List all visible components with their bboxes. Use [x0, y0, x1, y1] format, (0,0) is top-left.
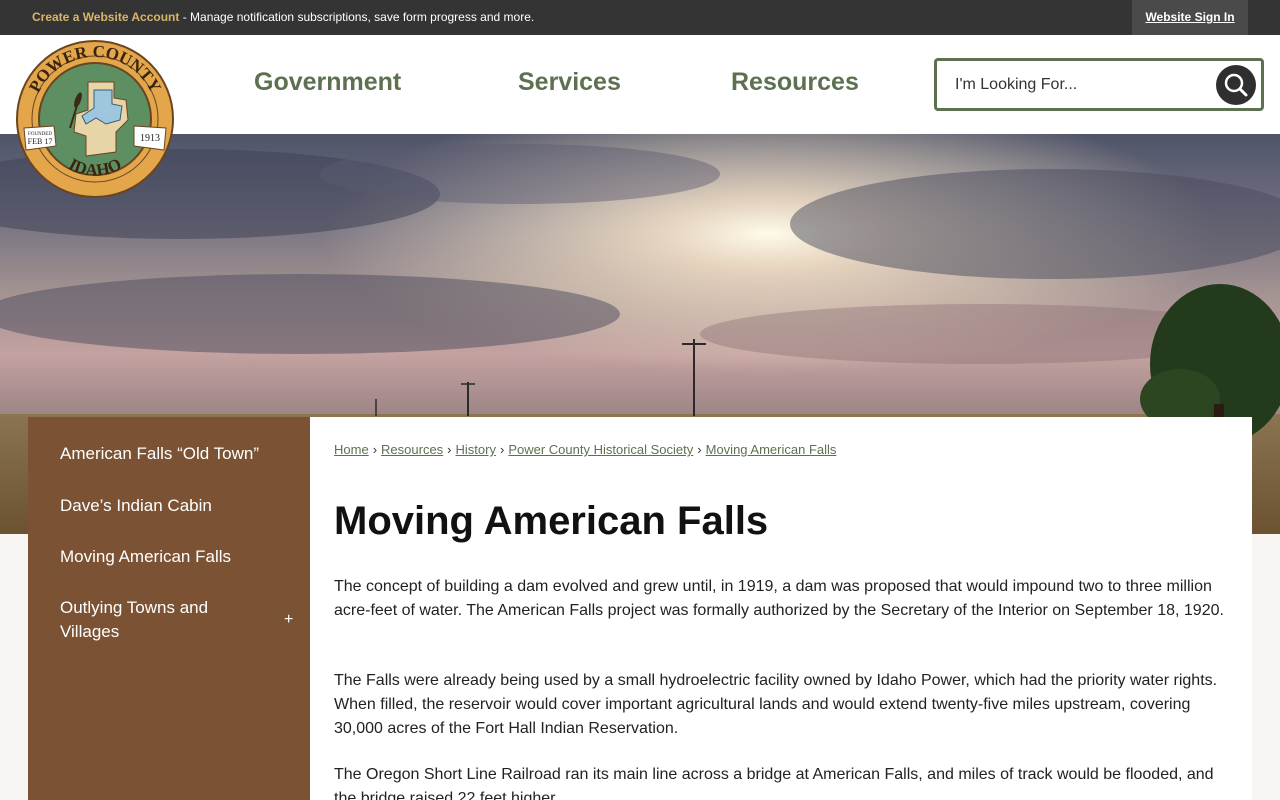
create-account-link[interactable]: Create a Website Account — [32, 10, 179, 24]
county-seal-icon: FOUNDED FEB 17 1913 POWER COUNTY IDAHO — [16, 40, 174, 198]
breadcrumb-separator: › — [447, 442, 452, 457]
nav-services[interactable]: Services — [518, 68, 621, 97]
logo-founded-date: FEB 17 — [28, 137, 53, 146]
breadcrumb-resources[interactable]: Resources — [381, 442, 443, 457]
sign-in-button[interactable]: Website Sign In — [1132, 0, 1248, 35]
county-seal-logo[interactable]: FOUNDED FEB 17 1913 POWER COUNTY IDAHO — [16, 40, 174, 198]
breadcrumb-separator: › — [372, 442, 378, 457]
breadcrumb-separator: › — [697, 442, 702, 457]
nav-government[interactable]: Government — [254, 68, 401, 97]
account-message: Create a Website Account - Manage notifi… — [32, 10, 534, 24]
logo-year: 1913 — [140, 133, 160, 144]
expand-plus-icon[interactable]: + — [284, 611, 293, 629]
search-button[interactable] — [1216, 65, 1256, 105]
top-bar: Create a Website Account - Manage notifi… — [0, 0, 1280, 35]
paragraph-3: The Oregon Short Line Railroad ran its m… — [334, 766, 1214, 800]
sidebar-item-indian-cabin[interactable]: Dave’s Indian Cabin — [60, 494, 212, 518]
breadcrumb-separator: › — [499, 442, 505, 457]
account-message-text: - Manage notification subscriptions, sav… — [179, 10, 535, 24]
sidebar-item-moving-american-falls[interactable]: Moving American Falls — [60, 545, 231, 569]
breadcrumb-history[interactable]: History — [456, 442, 496, 457]
breadcrumb: Home › Resources › History › Power County Hist… — [334, 442, 836, 457]
main-content: Home › Resources › History › Power County Hist… — [310, 417, 1252, 800]
sidebar-item-outlying-towns[interactable]: Outlying Towns and Villages — [60, 596, 260, 644]
sidebar-item-old-town[interactable]: American Falls “Old Town” — [60, 442, 259, 466]
nav-resources[interactable]: Resources — [731, 68, 859, 97]
breadcrumb-home[interactable]: Home — [334, 442, 369, 457]
search-box — [934, 58, 1264, 111]
page-title: Moving American Falls — [334, 499, 769, 543]
breadcrumb-historical-society[interactable]: Power County Historical Society — [508, 442, 693, 457]
search-input[interactable] — [955, 73, 1195, 97]
sidebar-nav: American Falls “Old Town” Dave’s Indian … — [28, 417, 310, 800]
paragraph-1: The concept of building a dam evolved an… — [334, 578, 1224, 619]
search-icon — [1224, 73, 1248, 97]
breadcrumb-current[interactable]: Moving American Falls — [706, 442, 837, 457]
paragraph-2: The Falls were already being used by a s… — [334, 672, 1218, 737]
